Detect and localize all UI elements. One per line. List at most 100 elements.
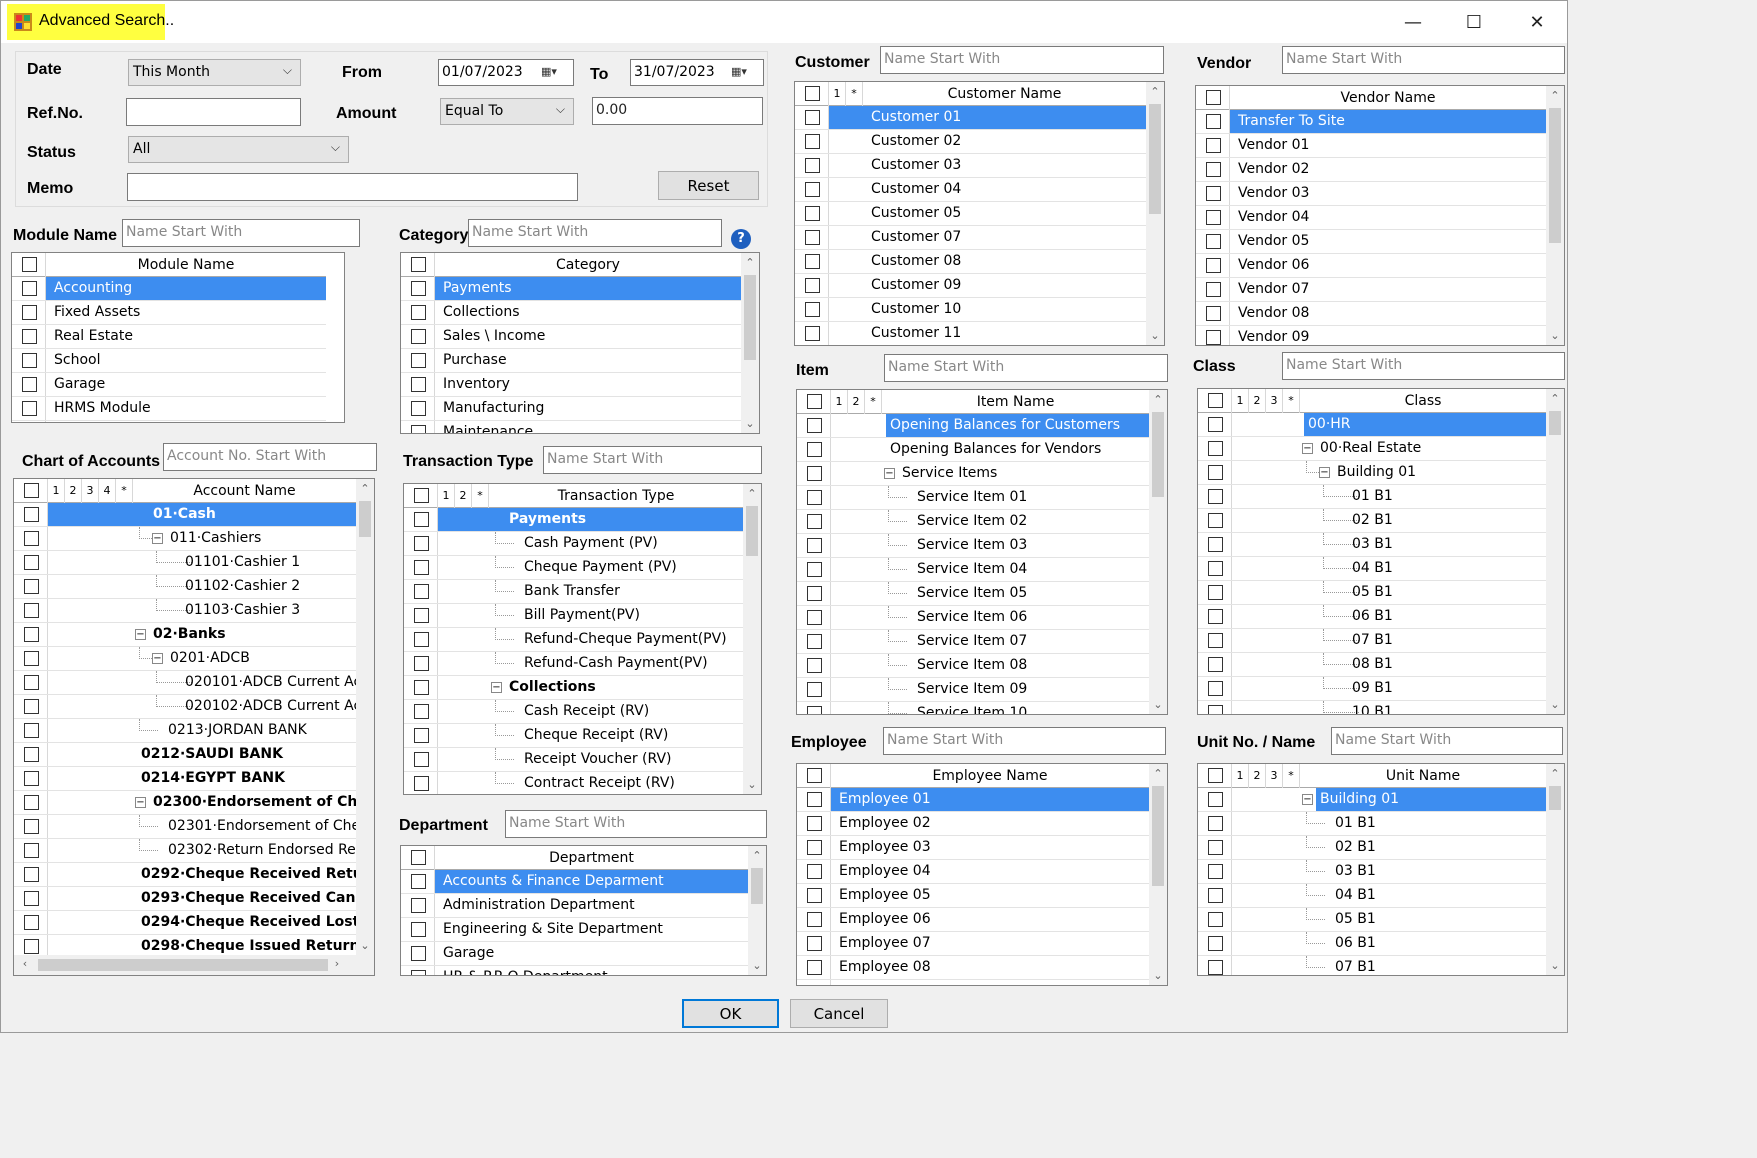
klass-row-checkbox[interactable] — [1208, 609, 1223, 624]
employee-scroll-up-icon[interactable]: ⌃ — [1149, 767, 1167, 780]
item-row[interactable]: Service Item 08 — [797, 654, 1149, 678]
transaction-row-checkbox[interactable] — [414, 632, 429, 647]
vendor-scroll-thumb[interactable] — [1549, 108, 1561, 243]
unit-scroll-thumb[interactable] — [1549, 786, 1561, 810]
module-row[interactable]: Fixed Assets — [12, 301, 326, 325]
department-row-checkbox[interactable] — [411, 898, 426, 913]
transaction-select-all-checkbox[interactable] — [414, 488, 429, 503]
unit-collapse-icon[interactable]: − — [1302, 794, 1313, 805]
category-row[interactable]: Inventory — [401, 373, 741, 397]
unit-row-checkbox[interactable] — [1208, 912, 1223, 927]
accounts-row[interactable]: 0293·Cheque Received Cancelled — [14, 887, 356, 911]
category-scroll-down-icon[interactable]: ⌄ — [741, 417, 759, 430]
unit-row[interactable]: 06 B1 — [1198, 932, 1546, 956]
department-row[interactable]: Accounts & Finance Deparment — [401, 870, 748, 894]
item-row[interactable]: Service Item 07 — [797, 630, 1149, 654]
category-select-all-checkbox[interactable] — [411, 257, 426, 272]
accounts-scroll-thumb[interactable] — [359, 501, 371, 537]
accounts-row[interactable]: 01102·Cashier 2 — [14, 575, 356, 599]
module-search-input[interactable]: Name Start With — [122, 219, 360, 247]
calendar-icon[interactable]: ▦▾ — [541, 65, 567, 81]
transaction-row[interactable]: Bank Transfer — [404, 580, 743, 604]
accounts-row[interactable]: 0294·Cheque Received Lost — [14, 911, 356, 935]
department-vertical-scrollbar[interactable]: ⌃ ⌄ — [748, 846, 766, 975]
employee-row-checkbox[interactable] — [807, 912, 822, 927]
item-row-checkbox[interactable] — [807, 418, 822, 433]
unit-row-checkbox[interactable] — [1208, 864, 1223, 879]
employee-row[interactable]: Employee 03 — [797, 836, 1149, 860]
employee-row-checkbox[interactable] — [807, 960, 822, 975]
vendor-row-checkbox[interactable] — [1206, 210, 1221, 225]
customer-scroll-up-icon[interactable]: ⌃ — [1146, 85, 1164, 98]
unit-search-input[interactable]: Name Start With — [1331, 727, 1563, 755]
customer-row[interactable]: Customer 01 — [795, 106, 1146, 130]
category-row[interactable]: Collections — [401, 301, 741, 325]
transaction-row-checkbox[interactable] — [414, 512, 429, 527]
accounts-row-checkbox[interactable] — [24, 723, 39, 738]
item-row[interactable]: Service Item 05 — [797, 582, 1149, 606]
item-level-2-button[interactable]: 2 — [848, 390, 864, 413]
employee-row[interactable]: Employee 07 — [797, 932, 1149, 956]
department-row[interactable]: Engineering & Site Department — [401, 918, 748, 942]
customer-row-checkbox[interactable] — [805, 134, 820, 149]
unit-scroll-down-icon[interactable]: ⌄ — [1546, 959, 1564, 972]
item-select-all-checkbox[interactable] — [807, 394, 822, 409]
klass-row[interactable]: 02 B1 — [1198, 509, 1546, 533]
item-row-checkbox[interactable] — [807, 706, 822, 714]
unit-row-checkbox[interactable] — [1208, 792, 1223, 807]
accounts-row[interactable]: 020102·ADCB Current Account 02 — [14, 695, 356, 719]
vendor-row[interactable]: Vendor 05 — [1196, 230, 1546, 254]
customer-row-checkbox[interactable] — [805, 326, 820, 341]
customer-row[interactable]: Customer 03 — [795, 154, 1146, 178]
ok-button[interactable]: OK — [682, 999, 779, 1028]
to-date-picker[interactable]: 31/07/2023 ▦▾ — [630, 59, 764, 86]
item-scroll-down-icon[interactable]: ⌄ — [1149, 698, 1167, 711]
customer-row[interactable]: Customer 10 — [795, 298, 1146, 322]
unit-row[interactable]: 05 B1 — [1198, 908, 1546, 932]
customer-row-checkbox[interactable] — [805, 230, 820, 245]
unit-row-checkbox[interactable] — [1208, 960, 1223, 975]
vendor-vertical-scrollbar[interactable]: ⌃ ⌄ — [1546, 86, 1564, 345]
module-row-checkbox[interactable] — [22, 401, 37, 416]
vendor-row-checkbox[interactable] — [1206, 330, 1221, 345]
employee-row-checkbox[interactable] — [807, 840, 822, 855]
transaction-row-checkbox[interactable] — [414, 728, 429, 743]
item-search-input[interactable]: Name Start With — [884, 354, 1168, 382]
item-row[interactable]: − Service Items — [797, 462, 1149, 486]
vendor-row[interactable]: Vendor 01 — [1196, 134, 1546, 158]
accounts-row[interactable]: −02·Banks — [14, 623, 356, 647]
klass-row-checkbox[interactable] — [1208, 441, 1223, 456]
employee-scroll-thumb[interactable] — [1152, 786, 1164, 886]
accounts-row-checkbox[interactable] — [24, 699, 39, 714]
klass-row-checkbox[interactable] — [1208, 465, 1223, 480]
category-scroll-thumb[interactable] — [744, 275, 756, 360]
klass-row[interactable]: 06 B1 — [1198, 605, 1546, 629]
klass-row[interactable]: 08 B1 — [1198, 653, 1546, 677]
transaction-row-checkbox[interactable] — [414, 560, 429, 575]
item-row[interactable]: Opening Balances for Vendors — [797, 438, 1149, 462]
accounts-row-checkbox[interactable] — [24, 531, 39, 546]
employee-row[interactable]: Employee 04 — [797, 860, 1149, 884]
accounts-scroll-up-icon[interactable]: ⌃ — [356, 482, 374, 495]
item-row-checkbox[interactable] — [807, 586, 822, 601]
transaction-row[interactable]: Cash Receipt (RV) — [404, 700, 743, 724]
klass-scroll-down-icon[interactable]: ⌄ — [1546, 698, 1564, 711]
close-button[interactable]: ✕ — [1507, 1, 1567, 43]
employee-row[interactable]: Employee 05 — [797, 884, 1149, 908]
item-row[interactable]: Service Item 03 — [797, 534, 1149, 558]
minimize-button[interactable]: — — [1383, 1, 1443, 43]
accounts-row[interactable]: 0212·SAUDI BANK — [14, 743, 356, 767]
transaction-row[interactable]: −Payments — [404, 508, 743, 532]
klass-row[interactable]: 07 B1 — [1198, 629, 1546, 653]
customer-level-2-button[interactable]: * — [846, 82, 862, 105]
klass-row-checkbox[interactable] — [1208, 561, 1223, 576]
item-vertical-scrollbar[interactable]: ⌃ ⌄ — [1149, 390, 1167, 714]
vendor-row-checkbox[interactable] — [1206, 186, 1221, 201]
calendar-icon[interactable]: ▦▾ — [731, 65, 757, 81]
category-row-checkbox[interactable] — [411, 305, 426, 320]
item-scroll-up-icon[interactable]: ⌃ — [1149, 393, 1167, 406]
vendor-row-checkbox[interactable] — [1206, 138, 1221, 153]
vendor-row[interactable]: Vendor 03 — [1196, 182, 1546, 206]
memo-input[interactable] — [127, 173, 578, 201]
transaction-row[interactable]: Cash Payment (PV) — [404, 532, 743, 556]
